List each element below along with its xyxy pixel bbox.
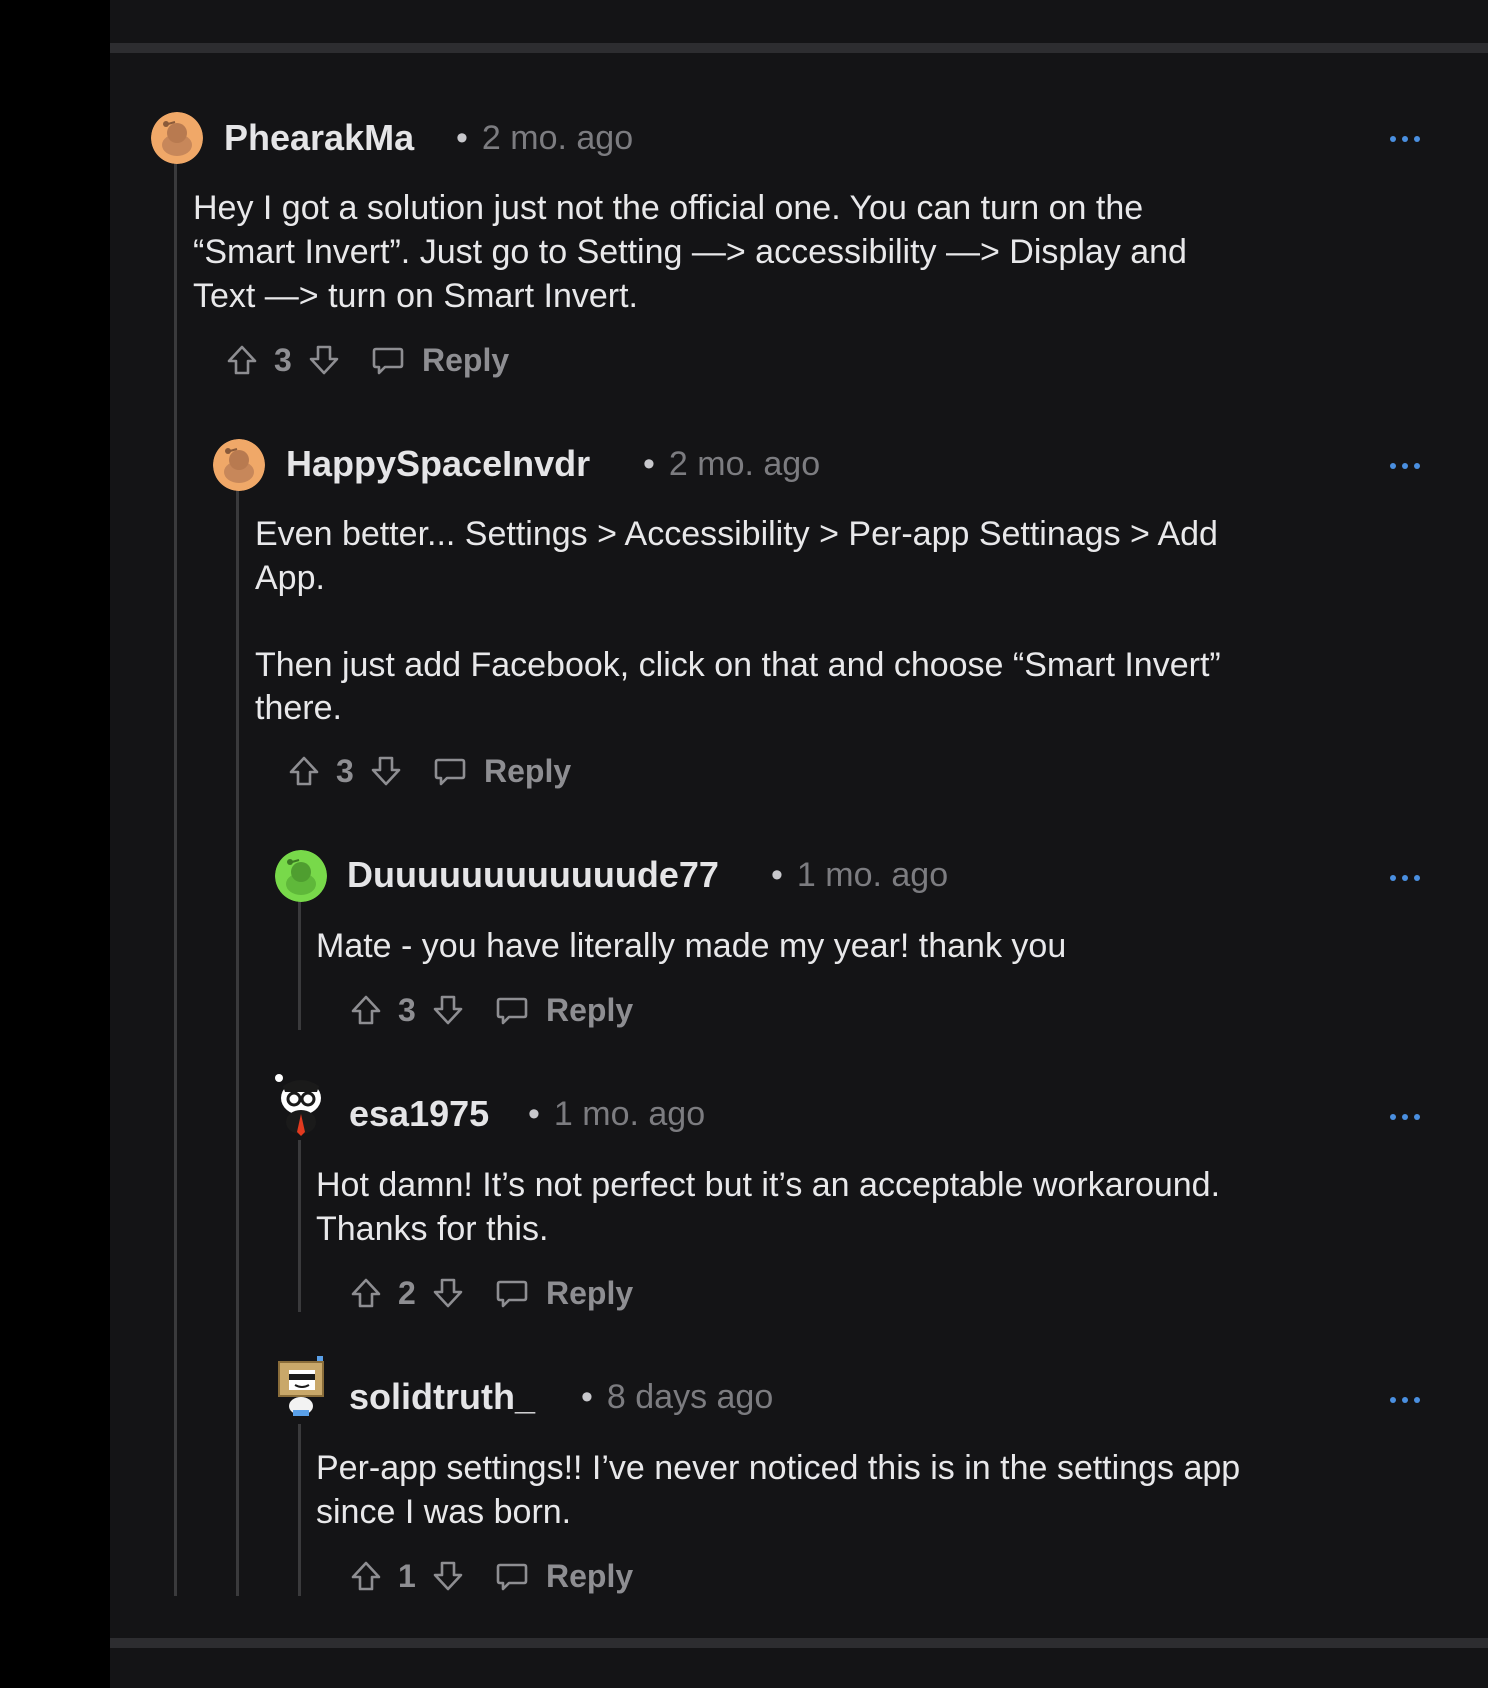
reply-label: Reply (546, 1557, 634, 1594)
comment-actions: 3 Reply (348, 988, 633, 1032)
more-options-icon[interactable] (1390, 461, 1420, 471)
snoo-green-avatar[interactable] (275, 850, 327, 902)
thread-line-level-2[interactable] (236, 490, 239, 1596)
thread-line-level-3[interactable] (298, 1424, 301, 1596)
reply-label: Reply (422, 341, 510, 378)
reply-button[interactable]: Reply (370, 342, 509, 379)
downvote-icon[interactable] (430, 1558, 466, 1594)
downvote-icon[interactable] (368, 753, 404, 789)
comment-timestamp: • 8 days ago (581, 1375, 773, 1419)
more-options-icon[interactable] (1390, 134, 1420, 144)
timestamp-text: 8 days ago (606, 1378, 774, 1416)
thread-line-level-1[interactable] (174, 162, 177, 1596)
section-divider-bottom (110, 1638, 1488, 1648)
comment-actions: 3 Reply (286, 749, 571, 793)
comment-bubble-icon (496, 1563, 528, 1591)
comment-timestamp: • 2 mo. ago (643, 442, 820, 486)
username[interactable]: PhearakMa (224, 116, 414, 160)
upvote-icon[interactable] (224, 342, 260, 378)
separator-dot: • (643, 445, 655, 483)
more-options-icon[interactable] (1390, 1112, 1420, 1122)
vote-count: 3 (336, 752, 354, 789)
separator-dot: • (581, 1378, 593, 1416)
comment-body: Hey I got a solution just not the offici… (193, 189, 1187, 315)
timestamp-text: 1 mo. ago (553, 1095, 706, 1133)
comment-bubble-icon (496, 997, 528, 1025)
snoo-box-avatar[interactable] (275, 1356, 327, 1416)
thread-line-level-3[interactable] (298, 900, 301, 1030)
timestamp-text: 1 mo. ago (796, 856, 949, 894)
snoo-orange-avatar[interactable] (151, 112, 203, 164)
comment-body: Per-app settings!! I’ve never noticed th… (316, 1449, 1241, 1531)
upvote-icon[interactable] (348, 992, 384, 1028)
vote-count: 3 (398, 991, 416, 1028)
vote-count: 2 (398, 1274, 416, 1311)
snoo-glasses-avatar[interactable] (275, 1074, 327, 1136)
section-divider-top (110, 43, 1488, 53)
reply-label: Reply (484, 752, 572, 789)
comment-body: Mate - you have literally made my year! … (316, 927, 1067, 965)
vote-count: 3 (274, 341, 292, 378)
comment-timestamp: • 1 mo. ago (528, 1092, 705, 1136)
comment-timestamp: • 2 mo. ago (456, 116, 633, 160)
comment-actions: 2 Reply (348, 1271, 633, 1315)
reply-label: Reply (546, 991, 634, 1028)
comment-timestamp: • 1 mo. ago (771, 853, 948, 897)
reply-label: Reply (546, 1274, 634, 1311)
timestamp-text: 2 mo. ago (481, 119, 634, 157)
comment-body: Hot damn! It’s not perfect but it’s an a… (316, 1166, 1221, 1248)
comment-body: Even better... Settings > Accessibility … (255, 515, 1221, 727)
more-options-icon[interactable] (1390, 873, 1420, 883)
timestamp-text: 2 mo. ago (668, 445, 821, 483)
separator-dot: • (528, 1095, 540, 1133)
reply-button[interactable]: Reply (494, 992, 633, 1029)
reply-button[interactable]: Reply (494, 1275, 633, 1312)
downvote-icon[interactable] (430, 1275, 466, 1311)
downvote-icon[interactable] (430, 992, 466, 1028)
comment-actions: 1 Reply (348, 1554, 633, 1598)
thread-line-level-3[interactable] (298, 1140, 301, 1312)
upvote-icon[interactable] (348, 1275, 384, 1311)
reply-button[interactable]: Reply (432, 753, 571, 790)
separator-dot: • (456, 119, 468, 157)
username[interactable]: esa1975 (349, 1092, 489, 1136)
comment-actions: 3 Reply (224, 338, 509, 382)
snoo-orange-avatar[interactable] (213, 439, 265, 491)
username[interactable]: solidtruth_ (349, 1375, 535, 1419)
upvote-icon[interactable] (286, 753, 322, 789)
username[interactable]: HappySpaceInvdr (286, 442, 590, 486)
comment-bubble-icon (496, 1280, 528, 1308)
more-options-icon[interactable] (1390, 1395, 1420, 1405)
username[interactable]: Duuuuuuuuuuuude77 (347, 853, 719, 897)
downvote-icon[interactable] (306, 342, 342, 378)
comment-bubble-icon (434, 758, 466, 786)
separator-dot: • (771, 856, 783, 894)
comment-bubble-icon (372, 347, 404, 375)
upvote-icon[interactable] (348, 1558, 384, 1594)
reply-button[interactable]: Reply (494, 1558, 633, 1595)
vote-count: 1 (398, 1557, 416, 1594)
